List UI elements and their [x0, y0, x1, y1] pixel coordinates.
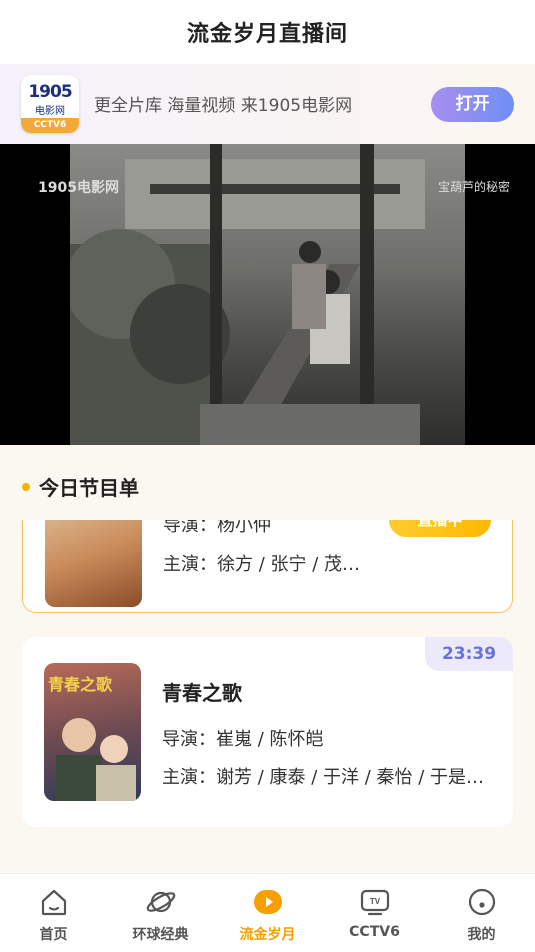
program-cast: 主演：徐方 / 张宁 / 茂… [163, 554, 361, 575]
start-time-badge: 23:39 [425, 637, 513, 671]
tab-label: 我的 [467, 927, 496, 943]
play-icon [253, 890, 282, 914]
open-app-button[interactable]: 打开 [431, 87, 514, 122]
movie-scene-image [65, 144, 425, 445]
program-director: 导演：崔嵬 / 陈怀皑 [162, 729, 324, 750]
app-logo: 1905 电影网 CCTV6 [21, 75, 79, 133]
top-bar: 流金岁月直播间 [0, 0, 535, 64]
tab-profile[interactable]: 我的 [428, 874, 535, 952]
page-title: 流金岁月直播间 [186, 22, 348, 47]
tab-label: 首页 [39, 927, 68, 943]
bullet-dot-icon [22, 482, 30, 491]
tab-cctv6[interactable]: TV CCTV6 [321, 874, 428, 952]
tab-global-classics[interactable]: 环球经典 [107, 874, 214, 952]
movie-poster: 青春之歌 [44, 663, 141, 801]
app-download-banner[interactable]: 1905 电影网 CCTV6 更全片库 海量视频 来1905电影网 打开 [0, 64, 535, 144]
bottom-tab-bar: 首页 环球经典 流金岁月 TV CCTV6 我的 [0, 873, 535, 952]
profile-icon [468, 888, 495, 916]
video-player[interactable]: 1905电影网 宝葫芦的秘密 [0, 144, 535, 445]
schedule-title: 今日节目单 [39, 476, 139, 500]
svg-text:TV: TV [369, 897, 380, 906]
tab-label: CCTV6 [349, 924, 400, 940]
tv-icon: TV [360, 889, 389, 916]
banner-text: 更全片库 海量视频 来1905电影网 [94, 96, 353, 116]
schedule-header: 今日节目单 [22, 472, 139, 501]
program-card-live[interactable]: 导演：杨小仲 主演：徐方 / 张宁 / 茂… 直播中 [22, 520, 513, 613]
video-watermark-logo: 1905电影网 [38, 180, 119, 196]
program-title: 青春之歌 [162, 681, 242, 705]
tab-label: 环球经典 [132, 927, 189, 943]
tab-home[interactable]: 首页 [0, 874, 107, 952]
program-card[interactable]: 青春之歌 23:39 青春之歌 导演：崔嵬 / 陈怀皑 主演：谢芳 / 康泰 /… [22, 637, 513, 827]
home-icon [41, 889, 66, 916]
program-cast: 主演：谢芳 / 康泰 / 于洋 / 秦怡 / 于是… [162, 767, 485, 788]
video-title-overlay: 宝葫芦的秘密 [437, 180, 510, 194]
schedule-list[interactable]: 导演：杨小仲 主演：徐方 / 张宁 / 茂… 直播中 青春之歌 23:39 青春… [0, 520, 535, 873]
tab-golden-years[interactable]: 流金岁月 [214, 874, 321, 952]
poster-art [56, 718, 136, 801]
video-frame [65, 144, 465, 445]
planet-icon [146, 891, 175, 913]
tab-label: 流金岁月 [239, 927, 296, 943]
movie-poster [45, 520, 142, 607]
live-now-button[interactable]: 直播中 [389, 520, 491, 537]
